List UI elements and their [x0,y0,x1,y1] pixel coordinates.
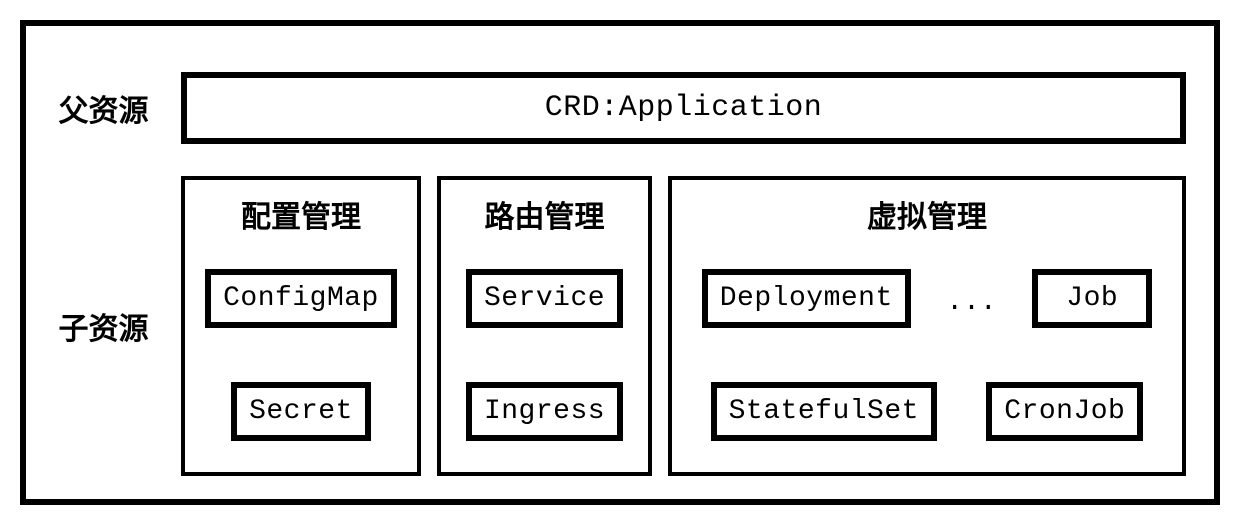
config-group-title: 配置管理 [241,192,361,236]
route-management-group: 路由管理 Service Ingress [437,176,652,476]
parent-row: 父资源 CRD:Application [26,68,1214,148]
ellipsis: ... [942,287,1000,328]
config-management-group: 配置管理 ConfigMap Secret [181,176,421,476]
configmap-item: ConfigMap [205,269,397,328]
parent-resource-label: 父资源 [26,86,181,130]
deployment-item: Deployment [702,269,911,328]
route-group-title: 路由管理 [485,192,605,236]
virtual-group-title: 虚拟管理 [867,192,987,236]
virtual-management-group: 虚拟管理 Deployment ... Job StatefulSet Cron… [668,176,1186,476]
child-resource-label: 子资源 [26,304,181,348]
secret-item: Secret [231,382,371,441]
diagram-frame: 父资源 CRD:Application 子资源 配置管理 ConfigMap S… [20,20,1220,505]
ingress-item: Ingress [466,382,623,441]
cronjob-item: CronJob [986,382,1143,441]
service-item: Service [466,269,623,328]
crd-application-box: CRD:Application [181,72,1186,144]
child-groups: 配置管理 ConfigMap Secret 路由管理 Service [181,176,1186,476]
job-item: Job [1032,269,1152,328]
statefulset-item: StatefulSet [711,382,937,441]
child-row: 子资源 配置管理 ConfigMap Secret 路由管理 Service [26,176,1214,476]
